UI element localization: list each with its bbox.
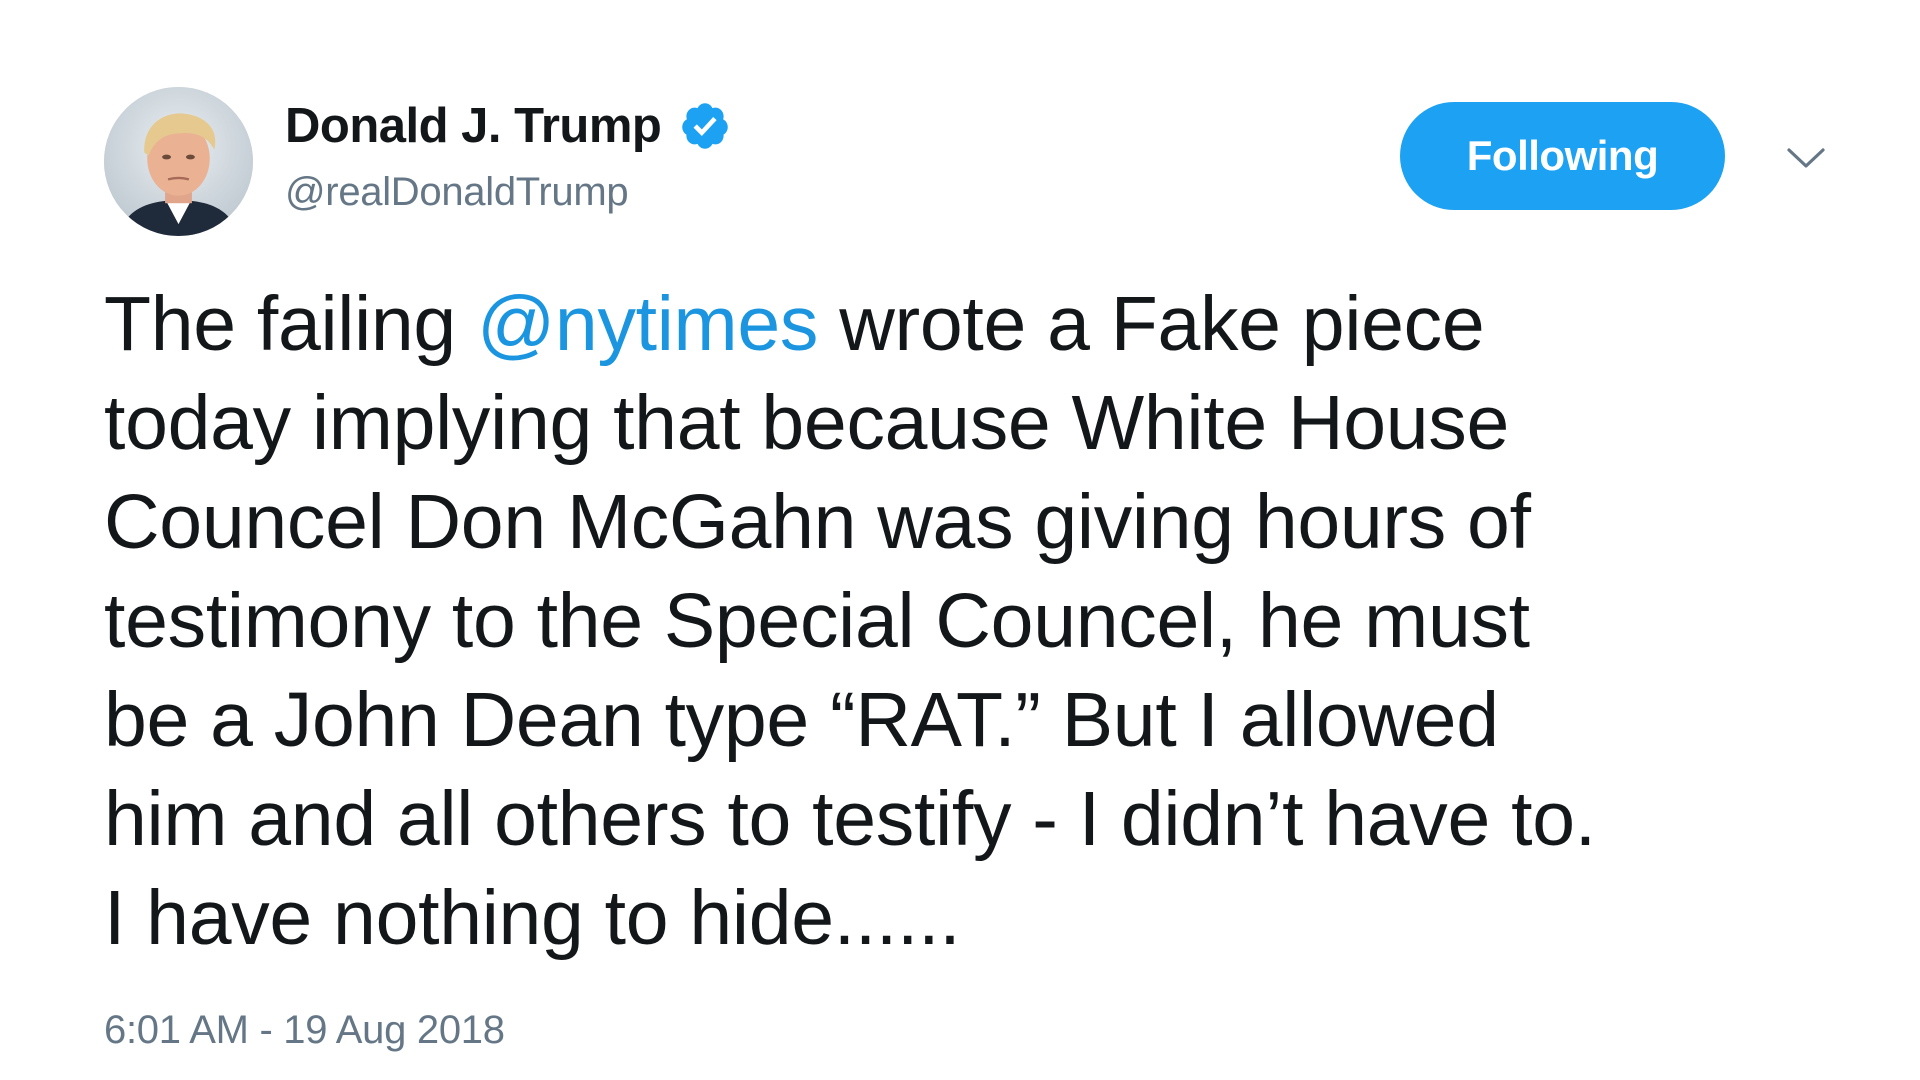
author-display-name[interactable]: Donald J. Trump [285, 98, 662, 154]
tweet-text-segment: wrote a Fake piece [818, 281, 1485, 367]
tweet-text-line: The failing @nytimes wrote a Fake piece [104, 275, 1894, 374]
tweet-text-line: testimony to the Special Councel, he mus… [104, 578, 1530, 664]
author-screen-name[interactable]: @realDonaldTrump [285, 170, 629, 215]
tweet-text-line: be a John Dean type “RAT.” But I allowed [104, 677, 1499, 763]
following-button[interactable]: Following [1400, 102, 1725, 210]
tweet-text-line: him and all others to testify - I didn’t… [104, 776, 1596, 862]
avatar-photo [104, 87, 253, 236]
tweet-text-line: today implying that because White House [104, 380, 1510, 466]
verified-badge-icon [679, 100, 731, 152]
tweet-text-line: I have nothing to hide...... [104, 875, 961, 961]
author-name-row: Donald J. Trump [285, 96, 731, 156]
avatar[interactable] [104, 87, 253, 236]
tweet-card: Donald J. Trump @realDonaldTrump Followi… [0, 0, 1920, 1080]
tweet-text-line: Councel Don McGahn was giving hours of [104, 479, 1531, 565]
tweet-text-segment: The failing [104, 281, 478, 367]
mention-link[interactable]: @nytimes [477, 281, 818, 367]
tweet-text: The failing @nytimes wrote a Fake piece … [104, 275, 1894, 968]
tweet-timestamp[interactable]: 6:01 AM - 19 Aug 2018 [104, 1008, 505, 1053]
chevron-down-icon[interactable] [1783, 140, 1829, 174]
